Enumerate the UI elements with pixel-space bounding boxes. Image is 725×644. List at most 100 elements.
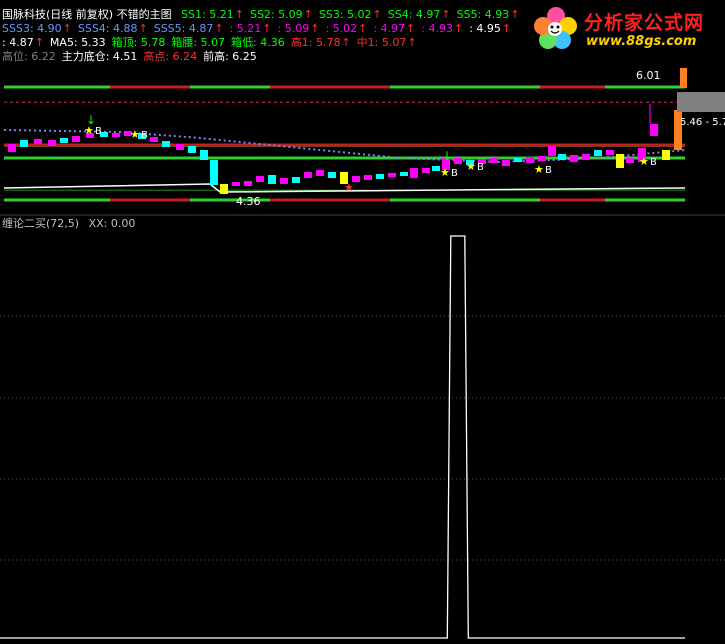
candle (292, 177, 300, 183)
up-arrow-icon: ↑ (262, 22, 272, 35)
star-icon: ★ (344, 181, 354, 194)
up-arrow-icon: ↑ (407, 36, 417, 49)
logo-title: 分析家公式网 (584, 12, 705, 34)
up-arrow-icon: ↑ (214, 22, 224, 35)
legend-item: 高1: 5.78 (290, 36, 341, 49)
legend-item: SS2: 5.09 (249, 8, 303, 21)
candle (514, 158, 522, 162)
up-arrow-icon: ↑ (234, 8, 244, 21)
up-arrow-icon: ↑ (441, 8, 451, 21)
star-icon: ★ (440, 166, 450, 179)
chart-title: 国脉科技(日线 前复权) 不错的主图 (2, 8, 172, 21)
candle (410, 168, 418, 178)
legend-item: : 5.02 (325, 22, 358, 35)
legend-item: : 5.21 (229, 22, 262, 35)
logo-url: www.88gs.com (586, 34, 697, 49)
legend-row-1: 国脉科技(日线 前复权) 不错的主图 SS1: 5.21↑ SS2: 5.09↑ S… (2, 8, 526, 22)
candle (422, 168, 430, 173)
candle (526, 157, 534, 163)
candle (256, 176, 264, 182)
candle (328, 172, 336, 178)
candle (220, 184, 228, 194)
candle (162, 141, 170, 147)
up-arrow-icon: ↑ (510, 8, 520, 21)
candle (244, 181, 252, 186)
candle (8, 144, 16, 152)
candle (364, 175, 372, 180)
legend-item: SSS5: 4.87 (153, 22, 214, 35)
indicator-value: XX: 0.00 (88, 217, 136, 230)
candle (454, 158, 462, 164)
down-arrow-icon: ↓ (442, 149, 452, 163)
buy-marker: B (545, 165, 552, 176)
legend-item: SSS3: 4.90 (2, 22, 62, 35)
indicator-title: 缠论二买(72,5) (2, 217, 80, 230)
legend-row-3: : 4.87↑ MA5: 5.33 箱顶: 5.78 箱腰: 5.07 箱低: 4.36… (2, 36, 423, 50)
legend-item: : 4.93 (421, 22, 453, 35)
candle (680, 68, 687, 88)
legend-item: 箱顶: 5.78 (111, 36, 166, 49)
legend-row-4: 高位: 6.22 主力底仓: 4.51 高点: 6.24 前高: 6.25 (2, 50, 263, 64)
legend-item: 前高: 6.25 (203, 50, 257, 63)
chart-canvas: 6.014.365.46 - 5.7★ B ★ B★ B★ B ★ B★ B★↓↓ (0, 68, 725, 639)
legend-item: 主力底仓: 4.51 (61, 50, 138, 63)
up-arrow-icon: ↑ (341, 36, 351, 49)
buy-marker: B (451, 168, 458, 179)
candle (548, 146, 556, 156)
legend-item: : 4.97 (373, 22, 406, 35)
candle (176, 144, 184, 150)
candle (570, 155, 578, 162)
candle (662, 150, 670, 160)
up-arrow-icon: ↑ (62, 22, 72, 35)
candle (616, 154, 624, 168)
legend-item: MA5: 5.33 (49, 36, 106, 49)
candle (200, 150, 208, 160)
candle (400, 172, 408, 176)
candle (316, 170, 324, 176)
xx-indicator-line (0, 235, 685, 639)
candle (432, 166, 440, 171)
buy-marker: B (95, 126, 102, 137)
price-tag-box (677, 92, 725, 112)
candle (606, 150, 614, 155)
low-price-label: 4.36 (236, 195, 261, 208)
candle (502, 160, 510, 166)
candle (304, 172, 312, 178)
flower-logo-icon (534, 7, 577, 49)
candle (150, 137, 158, 142)
candle (594, 150, 602, 156)
candle (582, 154, 590, 160)
site-logo: 分析家公式网 www.88gs.com (528, 2, 725, 54)
up-arrow-icon: ↑ (34, 36, 44, 49)
candle (490, 158, 498, 163)
up-arrow-icon: ↑ (372, 8, 382, 21)
indicator-legend: 缠论二买(72,5) XX: 0.00 (2, 217, 141, 231)
legend-item: SS4: 4.97 (387, 8, 441, 21)
star-icon: ★ (466, 160, 476, 173)
up-arrow-icon: ↑ (303, 8, 313, 21)
down-arrow-icon: ↓ (86, 113, 96, 127)
legend-item: SS3: 5.02 (318, 8, 372, 21)
legend-item: SS5: 4.93 (456, 8, 510, 21)
right-price-label: 5.46 - 5.7 (680, 117, 725, 128)
candle (20, 140, 28, 147)
candle (674, 110, 682, 150)
candle (60, 138, 68, 143)
candle (280, 178, 288, 184)
buy-marker: B (650, 157, 657, 168)
legend-item: 箱腰: 5.07 (171, 36, 226, 49)
high-price-label: 6.01 (636, 69, 661, 82)
candle (626, 158, 634, 163)
legend-item: : 5.09 (277, 22, 310, 35)
legend-item: SS1: 5.21 (181, 8, 234, 21)
candle (538, 156, 546, 161)
up-arrow-icon: ↑ (453, 22, 464, 35)
candle (34, 139, 42, 144)
candle (650, 124, 658, 136)
star-icon: ★ (130, 128, 140, 141)
star-icon: ★ (639, 155, 649, 168)
legend-item: 高位: 6.22 (2, 50, 56, 63)
up-arrow-icon: ↑ (358, 22, 368, 35)
candle (232, 182, 240, 186)
candle (210, 160, 218, 185)
